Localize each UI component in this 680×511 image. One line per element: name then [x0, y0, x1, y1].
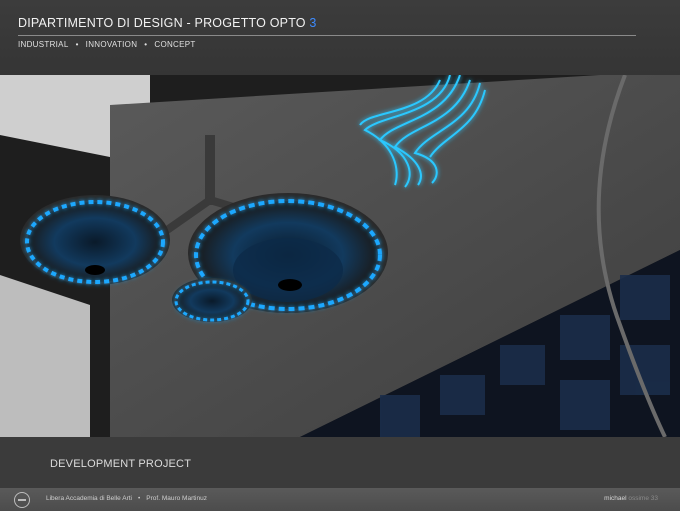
- subtitle-tags: INDUSTRIAL • INNOVATION • CONCEPT: [18, 40, 196, 49]
- title-divider: [18, 35, 636, 36]
- academy-logo-icon: [14, 492, 30, 508]
- credit-dim: ossime 33: [628, 495, 658, 502]
- page-title: DIPARTIMENTO DI DESIGN - PROGETTO OPTO 3: [18, 16, 317, 30]
- left-lamp: [20, 195, 170, 285]
- small-lamp: [172, 278, 252, 322]
- section-caption: DEVELOPMENT PROJECT: [50, 458, 192, 470]
- author-credit: michael ossime 33: [604, 495, 658, 502]
- institution-name: Libera Accademia di Belle Arti: [46, 495, 132, 502]
- hero-render-image: [0, 75, 680, 437]
- tag-separator: •: [144, 40, 148, 49]
- tag-innovation: INNOVATION: [85, 40, 138, 49]
- title-main: DIPARTIMENTO DI DESIGN - PROGETTO OPTO: [18, 16, 310, 30]
- tag-concept: CONCEPT: [154, 40, 196, 49]
- lamp-render-illustration: [0, 75, 680, 437]
- lamp-stem: [205, 135, 215, 205]
- tag-industrial: INDUSTRIAL: [18, 40, 69, 49]
- slide-header: DIPARTIMENTO DI DESIGN - PROGETTO OPTO 3…: [0, 0, 680, 75]
- professor-name: Prof. Mauro Martinuz: [146, 495, 207, 502]
- title-accent-number: 3: [309, 16, 317, 30]
- footer-separator: •: [138, 495, 141, 502]
- credit-name: michael: [604, 495, 627, 502]
- footer-institution-line: Libera Accademia di Belle Arti • Prof. Mau…: [46, 495, 207, 502]
- tag-separator: •: [75, 40, 79, 49]
